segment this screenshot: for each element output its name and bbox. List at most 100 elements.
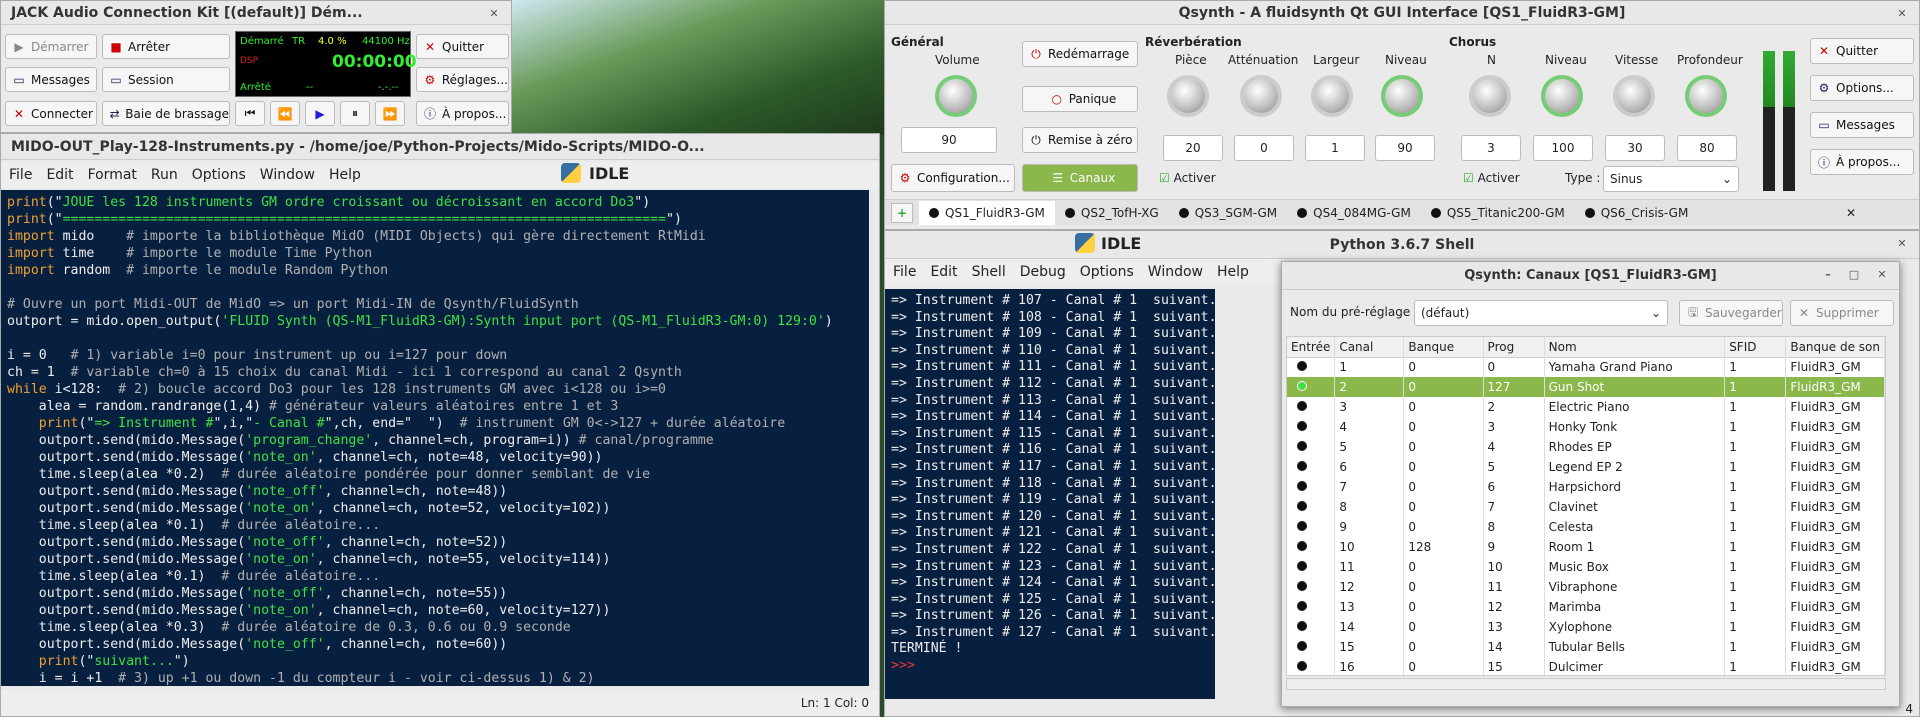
shell-prompt[interactable]: >>>: [891, 658, 1209, 675]
column-header[interactable]: Prog: [1483, 337, 1545, 357]
restart-button[interactable]: ⏻ Redémarrage: [1022, 41, 1138, 67]
settings-button[interactable]: ⚙ Réglages...: [416, 67, 509, 92]
volume-spinbox[interactable]: 90: [901, 127, 997, 153]
qsynth-quit-button[interactable]: ✕ Quitter: [1810, 38, 1914, 64]
messages-button[interactable]: ▭ Messages: [5, 67, 97, 92]
column-header[interactable]: Entrée: [1287, 337, 1336, 357]
table-row[interactable]: 12 0 11 Vibraphone 1 FluidR3_GM: [1287, 577, 1885, 597]
menu-item-window[interactable]: Window: [260, 167, 315, 183]
menu-item-format[interactable]: Format: [88, 167, 137, 183]
room-knob[interactable]: [1167, 75, 1209, 117]
table-row[interactable]: 7 0 6 Harpsichord 1 FluidR3_GM: [1287, 477, 1885, 497]
table-row[interactable]: 14 0 13 Xylophone 1 FluidR3_GM: [1287, 617, 1885, 637]
table-row[interactable]: 10 128 9 Room 1 1 FluidR3_GM: [1287, 537, 1885, 557]
menu-item-edit[interactable]: Edit: [46, 167, 73, 183]
engine-tab[interactable]: QS2_TofH-XG: [1055, 201, 1169, 225]
chorus-level-spinbox[interactable]: 100: [1533, 135, 1593, 161]
stop-button[interactable]: ■ Arrêter: [102, 34, 230, 59]
table-row[interactable]: 6 0 5 Legend EP 2 1 FluidR3_GM: [1287, 457, 1885, 477]
column-header[interactable]: SFID: [1724, 337, 1787, 357]
transport-forward-button[interactable]: ⏩: [375, 101, 405, 126]
chorus-depth-spinbox[interactable]: 80: [1677, 135, 1737, 161]
column-header[interactable]: Banque de son: [1785, 337, 1885, 357]
chorus-n-knob[interactable]: [1469, 75, 1511, 117]
close-icon[interactable]: ✕: [1893, 4, 1911, 22]
horizontal-scrollbar[interactable]: [1286, 678, 1886, 690]
table-row[interactable]: 5 0 4 Rhodes EP 1 FluidR3_GM: [1287, 437, 1885, 457]
transport-pause-button[interactable]: ⏸: [340, 101, 370, 126]
table-row[interactable]: 16 0 15 Dulcimer 1 FluidR3_GM: [1287, 657, 1885, 675]
table-row[interactable]: 1 0 0 Yamaha Grand Piano 1 FluidR3_GM: [1287, 357, 1885, 377]
chorus-type-select[interactable]: Sinus ⌄: [1603, 166, 1739, 192]
shell-menu-item-debug[interactable]: Debug: [1020, 264, 1066, 280]
configuration-button[interactable]: ⚙ Configuration...: [891, 164, 1015, 192]
shell-menu-item-shell[interactable]: Shell: [972, 264, 1006, 280]
chorus-depth-knob[interactable]: [1685, 75, 1727, 117]
save-preset-button[interactable]: 🖫 Sauvegarder: [1679, 300, 1783, 326]
reverb-activate-checkbox[interactable]: ☑ Activer: [1159, 171, 1216, 185]
shell-menu-item-file[interactable]: File: [893, 264, 916, 280]
shell-menu-item-help[interactable]: Help: [1217, 264, 1249, 280]
engine-tab[interactable]: QS1_FluidR3-GM: [919, 200, 1055, 225]
engine-tab[interactable]: QS5_Titanic200-GM: [1421, 201, 1575, 225]
reset-button[interactable]: ⏻ Remise à zéro: [1022, 127, 1138, 153]
transport-play-button[interactable]: ▶: [305, 101, 335, 126]
engine-tab[interactable]: QS4_084MG-GM: [1287, 201, 1421, 225]
table-row[interactable]: 4 0 3 Honky Tonk 1 FluidR3_GM: [1287, 417, 1885, 437]
delete-preset-button[interactable]: ✕ Supprimer: [1790, 300, 1894, 326]
damping-knob[interactable]: [1240, 75, 1282, 117]
maximize-icon[interactable]: □: [1845, 265, 1863, 283]
menu-item-file[interactable]: File: [9, 167, 32, 183]
menu-item-help[interactable]: Help: [329, 167, 361, 183]
menu-item-run[interactable]: Run: [151, 167, 178, 183]
start-button[interactable]: ▶ Démarrer: [5, 34, 97, 59]
column-header[interactable]: Canal: [1334, 337, 1405, 357]
chorus-level-knob[interactable]: [1541, 75, 1583, 117]
channels-button[interactable]: ☰ Canaux: [1022, 164, 1138, 192]
width-knob[interactable]: [1311, 75, 1353, 117]
jack-about-button[interactable]: ⓘ À propos...: [416, 101, 509, 126]
column-header[interactable]: Nom: [1544, 337, 1726, 357]
table-row[interactable]: 3 0 2 Electric Piano 1 FluidR3_GM: [1287, 397, 1885, 417]
reverb-level-spinbox[interactable]: 90: [1375, 135, 1435, 161]
reverb-level-knob[interactable]: [1381, 75, 1423, 117]
shell-menu-item-edit[interactable]: Edit: [930, 264, 957, 280]
width-spinbox[interactable]: 1: [1305, 135, 1365, 161]
patchbay-button[interactable]: ⇄ Baie de brassage: [102, 101, 230, 126]
add-engine-button[interactable]: +: [891, 202, 913, 223]
close-icon[interactable]: ✕: [1873, 265, 1891, 283]
close-icon[interactable]: ✕: [485, 4, 503, 22]
panic-button[interactable]: ○ Panique: [1022, 86, 1138, 112]
room-spinbox[interactable]: 20: [1163, 135, 1223, 161]
table-row[interactable]: 15 0 14 Tubular Bells 1 FluidR3_GM: [1287, 637, 1885, 657]
table-row[interactable]: 11 0 10 Music Box 1 FluidR3_GM: [1287, 557, 1885, 577]
preset-name-select[interactable]: (défaut) ⌄: [1414, 300, 1668, 326]
transport-rewind-button[interactable]: ⏪: [270, 101, 300, 126]
jack-quit-button[interactable]: ✕ Quitter: [416, 34, 509, 59]
qsynth-messages-button[interactable]: ▭ Messages: [1810, 112, 1914, 138]
table-row[interactable]: 8 0 7 Clavinet 1 FluidR3_GM: [1287, 497, 1885, 517]
menu-item-options[interactable]: Options: [192, 167, 246, 183]
qsynth-about-button[interactable]: ⓘ À propos...: [1810, 149, 1914, 175]
chorus-activate-checkbox[interactable]: ☑ Activer: [1463, 171, 1520, 185]
session-button[interactable]: ▭ Session: [102, 67, 230, 92]
connect-button[interactable]: ✕ Connecter: [5, 101, 97, 126]
table-row[interactable]: 13 0 12 Marimba 1 FluidR3_GM: [1287, 597, 1885, 617]
table-row[interactable]: 9 0 8 Celesta 1 FluidR3_GM: [1287, 517, 1885, 537]
shell-menu-item-window[interactable]: Window: [1148, 264, 1203, 280]
minimize-icon[interactable]: –: [1819, 265, 1837, 283]
engine-tab[interactable]: QS6_Crisis-GM: [1575, 201, 1699, 225]
close-icon[interactable]: ✕: [1893, 234, 1911, 252]
chorus-speed-spinbox[interactable]: 30: [1605, 135, 1665, 161]
chorus-n-spinbox[interactable]: 3: [1461, 135, 1521, 161]
volume-knob[interactable]: [935, 75, 977, 117]
chorus-speed-knob[interactable]: [1613, 75, 1655, 117]
table-row[interactable]: 2 0 127 Gun Shot 1 FluidR3_GM: [1287, 377, 1885, 397]
qsynth-options-button[interactable]: ⚙ Options...: [1810, 75, 1914, 101]
close-engine-button[interactable]: ✕: [1841, 203, 1861, 223]
column-header[interactable]: Banque: [1403, 337, 1484, 357]
shell-menu-item-options[interactable]: Options: [1080, 264, 1134, 280]
damping-spinbox[interactable]: 0: [1234, 135, 1294, 161]
code-editor[interactable]: print("JOUE les 128 instruments GM ordre…: [1, 190, 869, 686]
shell-output[interactable]: => Instrument # 107 - Canal # 1 suivant.…: [885, 289, 1215, 699]
